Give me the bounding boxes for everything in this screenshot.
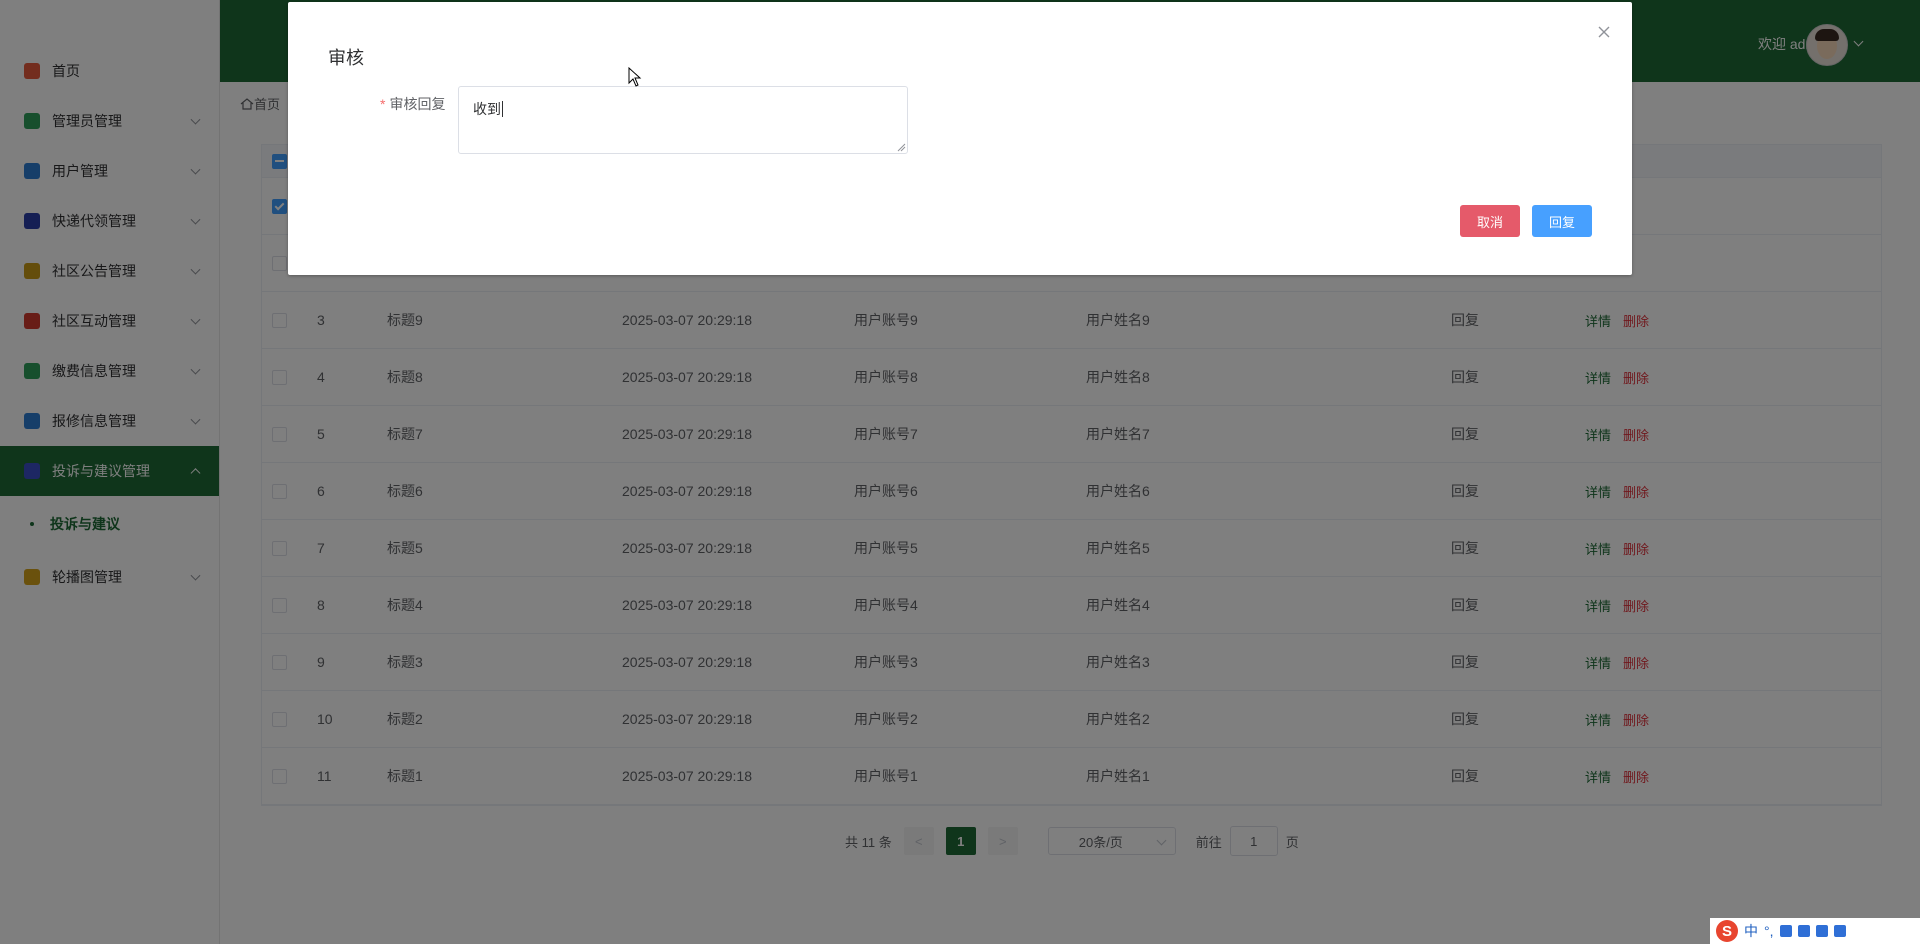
- reply-textarea[interactable]: 收到: [458, 86, 908, 154]
- reply-label-text: 审核回复: [389, 96, 446, 112]
- close-icon[interactable]: [1596, 24, 1612, 40]
- microphone-icon[interactable]: [1779, 925, 1792, 937]
- review-dialog: 审核 * 审核回复 收到 取消 回复: [288, 2, 1632, 275]
- cancel-button[interactable]: 取消: [1460, 205, 1520, 237]
- ime-toolbar: S 中 °,: [1710, 918, 1920, 944]
- mouse-pointer-icon: [628, 67, 642, 87]
- toolbox-icon[interactable]: [1833, 925, 1846, 937]
- reply-button[interactable]: 回复: [1532, 205, 1592, 237]
- ime-punct[interactable]: °,: [1764, 923, 1774, 939]
- keyboard-icon[interactable]: [1797, 925, 1810, 937]
- ime-mode[interactable]: 中: [1744, 921, 1758, 941]
- reply-textarea-value: 收到: [473, 101, 501, 117]
- dialog-title: 审核: [328, 48, 364, 68]
- sogou-logo-icon[interactable]: S: [1716, 920, 1738, 942]
- skin-icon[interactable]: [1815, 925, 1828, 937]
- reply-field-label: * 审核回复: [380, 94, 445, 114]
- required-mark: *: [380, 96, 386, 112]
- text-caret: [502, 101, 503, 117]
- resize-grip-icon[interactable]: [896, 142, 906, 152]
